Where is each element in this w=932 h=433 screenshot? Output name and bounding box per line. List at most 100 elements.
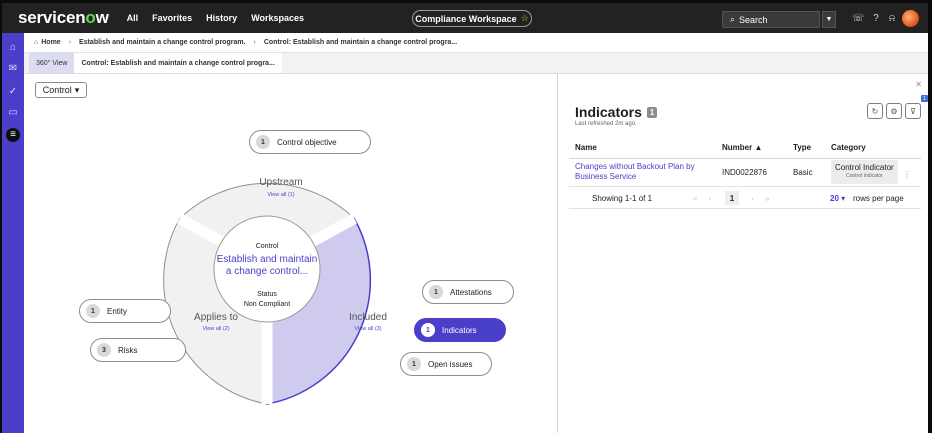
search-icon: ⌕ [730,14,736,24]
breadcrumb: ⌂ Home › Establish and maintain a change… [24,33,928,53]
rows-per-page-select[interactable]: 20 ▾ [830,194,845,203]
upstream-view-all-link[interactable]: View all (1) [267,192,294,198]
refresh-button[interactable]: ↻ [867,103,883,119]
column-header-name[interactable]: Name [569,137,716,159]
pill-label: Control objective [277,137,337,147]
last-refreshed-text: Last refreshed 2m ago. [575,121,637,127]
filter-icon: ⊽ [910,106,916,116]
tab-control-record[interactable]: Control: Establish and maintain a change… [74,53,282,73]
center-title-line1[interactable]: Establish and maintain [217,254,318,265]
pill-label: Indicators [442,325,477,335]
included-view-all-link[interactable]: View all (3) [354,326,381,332]
panel-count-badge: 1 [646,106,658,118]
risks-pill[interactable]: 3 Risks [90,338,186,362]
panel-title-text: Indicators [575,104,642,120]
last-page-icon[interactable]: » [765,194,769,203]
status-label: Status [257,291,277,298]
bell-icon[interactable]: ⍾ [886,13,898,25]
showing-count: Showing 1-1 of 1 [592,194,653,203]
category-text: Control Indicator [835,163,894,172]
entity-pill[interactable]: 1 Entity [79,299,171,323]
refresh-icon: ↻ [871,106,879,116]
prev-page-icon[interactable]: ‹ [709,194,712,203]
list-icon[interactable]: ≡ [6,128,20,142]
top-header: servicenow All Favorites History Workspa… [2,3,928,33]
pill-label: Open issues [428,359,473,369]
star-icon[interactable]: ☆ [521,13,529,24]
pagination: Showing 1-1 of 1 « ‹ 1 › » 20 ▾ rows per… [569,188,921,209]
pill-label: Risks [118,345,138,355]
check-circle-icon[interactable]: ✓ [6,85,20,99]
cell-category: Control Indicator Control Indicator ⋮ [825,158,921,187]
control-objective-pill[interactable]: 1 Control objective [249,130,371,154]
indicator-name-link[interactable]: Changes without Backout Plan by Business… [575,162,716,182]
settings-button[interactable]: ⚙ [886,103,902,119]
help-icon[interactable]: ? [870,13,882,25]
breadcrumb-item-control[interactable]: Control: Establish and maintain a change… [264,39,457,46]
count-badge: 1 [407,357,421,371]
nav-workspaces[interactable]: Workspaces [251,13,304,23]
table-header-row: Name Number ▲ Type Category [569,137,921,159]
category-chip: Control Indicator Control Indicator [831,160,898,184]
close-icon[interactable]: ✕ [915,80,922,89]
nav-favorites[interactable]: Favorites [152,13,192,23]
category-subtext: Control Indicator [846,173,883,179]
filter-count-badge: 1 [921,95,928,102]
filter-button[interactable]: ⊽ [905,103,921,119]
breadcrumb-home[interactable]: Home [41,39,60,46]
workspace-title-button[interactable]: Compliance Workspace ☆ [412,10,532,27]
chat-icon[interactable]: ☏ [852,13,865,25]
search-input[interactable]: ⌕ Search [722,11,820,28]
open-issues-pill[interactable]: 1 Open issues [400,352,492,376]
gear-icon: ⚙ [890,106,898,116]
home-icon: ⌂ [34,39,39,46]
applies-to-label: Applies to [194,312,238,323]
included-label: Included [349,312,387,323]
indicators-panel: ✕ Indicators 1 Last refreshed 2m ago. ↻ … [559,74,928,433]
next-page-icon[interactable]: › [751,194,754,203]
pill-label: Attestations [450,287,492,297]
rows-per-page-label: rows per page [853,194,904,203]
chevron-right-icon: › [253,39,256,46]
nav-all[interactable]: All [127,13,139,23]
page-number[interactable]: 1 [725,191,739,205]
column-header-number[interactable]: Number ▲ [716,137,787,159]
status-value: Non Compliant [244,301,290,308]
column-header-type[interactable]: Type [787,137,825,159]
servicenow-logo[interactable]: servicenow [18,8,109,28]
cell-number: IND0022876 [716,158,787,187]
pill-label: Entity [107,306,128,316]
tab-360-view[interactable]: 360° View [29,53,75,73]
attestations-pill[interactable]: 1 Attestations [422,280,514,304]
search-placeholder: Search [739,14,768,25]
left-rail: ⌂ ✉ ✓ ▭ ≡ [2,33,24,433]
relationship-wheel: Control Establish and maintain a change … [163,177,387,405]
first-page-icon[interactable]: « [693,194,697,203]
row-menu-icon[interactable]: ⋮ [903,170,911,179]
nav-history[interactable]: History [206,13,237,23]
count-badge: 3 [97,343,111,357]
indicators-table: Name Number ▲ Type Category Changes with… [569,137,921,187]
indicators-pill[interactable]: 1 Indicators [414,318,506,342]
clipboard-icon[interactable]: ▭ [6,106,20,120]
main-nav: All Favorites History Workspaces [127,13,318,23]
center-heading: Control [256,243,279,250]
app-window: servicenow All Favorites History Workspa… [2,3,928,433]
center-title-line2[interactable]: a change control... [226,266,308,277]
breadcrumb-item-program[interactable]: Establish and maintain a change control … [79,39,245,46]
avatar[interactable] [902,10,919,27]
chevron-right-icon: › [68,39,72,46]
tab-bar: 360° View Control: Establish and maintai… [24,53,928,74]
home-icon[interactable]: ⌂ [6,41,20,55]
cell-type: Basic [787,158,825,187]
search-scope-dropdown[interactable]: ▼ [822,11,836,28]
megaphone-icon[interactable]: ✉ [6,62,20,76]
workspace-title: Compliance Workspace [415,13,517,24]
table-row: Changes without Backout Plan by Business… [569,158,921,187]
upstream-label: Upstream [259,177,302,188]
count-badge: 1 [256,135,270,149]
count-badge: 1 [421,323,435,337]
applies-to-view-all-link[interactable]: View all (2) [202,326,229,332]
column-header-category[interactable]: Category [825,137,921,159]
indicator-name-line2: Business Service [575,172,637,181]
